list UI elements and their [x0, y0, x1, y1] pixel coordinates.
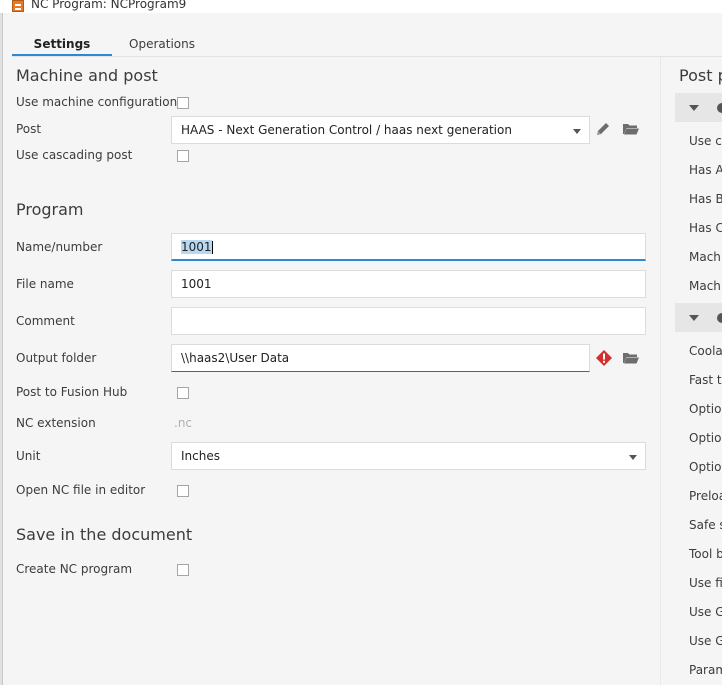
create-nc-label: Create NC program — [16, 562, 133, 576]
nc-extension-label: NC extension — [16, 416, 96, 430]
program-heading: Program — [16, 200, 84, 219]
error-diamond-icon — [595, 349, 613, 367]
pencil-icon[interactable] — [594, 120, 612, 138]
group-icon — [717, 103, 722, 113]
output-folder-label: Output folder — [16, 351, 97, 365]
use-machine-config-label: Use machine configuration — [16, 95, 178, 109]
tab-settings-label: Settings — [33, 37, 91, 51]
post-select[interactable]: HAAS - Next Generation Control / haas ne… — [171, 116, 590, 144]
post-properties-group-1[interactable] — [675, 93, 722, 122]
post-property-item[interactable]: Has C — [689, 221, 722, 235]
title-bar: NC Program: NCProgram9 — [0, 0, 722, 13]
output-folder-input[interactable]: \\haas2\User Data — [171, 344, 590, 372]
machine-and-post-heading: Machine and post — [16, 66, 158, 85]
post-property-item[interactable]: Tool b — [689, 547, 722, 561]
post-property-item[interactable]: Fast t — [689, 373, 722, 387]
output-folder-value: \\haas2\User Data — [181, 351, 290, 365]
post-property-item[interactable]: Has B — [689, 192, 722, 206]
post-properties-group-2[interactable] — [675, 303, 722, 332]
tab-divider — [12, 56, 722, 57]
post-select-value: HAAS - Next Generation Control / haas ne… — [181, 123, 512, 137]
use-machine-config-checkbox[interactable] — [177, 97, 189, 109]
use-cascading-checkbox[interactable] — [177, 150, 189, 162]
name-number-value: 1001 — [181, 240, 212, 254]
folder-open-icon[interactable] — [622, 120, 640, 138]
create-nc-checkbox[interactable] — [177, 564, 189, 576]
tab-operations[interactable]: Operations — [118, 33, 206, 57]
post-to-hub-label: Post to Fusion Hub — [16, 385, 128, 399]
unit-label: Unit — [16, 449, 41, 463]
folder-open-icon[interactable] — [622, 349, 640, 367]
post-property-item[interactable]: Use G — [689, 605, 722, 619]
left-edge — [0, 13, 3, 685]
triangle-down-icon — [689, 315, 699, 321]
open-nc-checkbox[interactable] — [177, 485, 189, 497]
window-title: NC Program: NCProgram9 — [31, 0, 187, 11]
file-name-label: File name — [16, 277, 74, 291]
post-property-item[interactable]: Use fi — [689, 576, 722, 590]
text-caret — [211, 241, 213, 254]
group-icon — [717, 313, 722, 323]
open-nc-label: Open NC file in editor — [16, 483, 146, 497]
post-property-item[interactable]: Optio — [689, 431, 721, 445]
post-property-item[interactable]: Machi — [689, 250, 722, 264]
tab-operations-label: Operations — [129, 37, 195, 51]
post-property-item[interactable]: Preloa — [689, 489, 722, 503]
right-panel-divider — [660, 57, 661, 685]
post-property-item[interactable]: Param — [689, 663, 722, 677]
chevron-down-icon — [573, 129, 581, 134]
name-number-label: Name/number — [16, 240, 103, 254]
post-property-item[interactable]: Safe s — [689, 518, 722, 532]
nc-extension-value: .nc — [174, 416, 193, 430]
post-property-item[interactable]: Use G — [689, 634, 722, 648]
post-property-item[interactable]: Optio — [689, 402, 721, 416]
save-in-document-heading: Save in the document — [16, 525, 193, 544]
unit-select[interactable]: Inches — [171, 442, 646, 470]
post-property-item[interactable]: Coola — [689, 344, 722, 358]
file-name-input[interactable]: 1001 — [171, 270, 646, 298]
name-number-input[interactable]: 1001 — [171, 233, 646, 261]
comment-input[interactable] — [171, 307, 646, 335]
triangle-down-icon — [689, 105, 699, 111]
post-property-item[interactable]: Use ch — [689, 134, 722, 148]
post-to-hub-checkbox[interactable] — [177, 387, 189, 399]
use-cascading-label: Use cascading post — [16, 148, 133, 162]
post-property-item[interactable]: Has A — [689, 163, 722, 177]
post-property-item[interactable]: Machi — [689, 279, 722, 293]
comment-label: Comment — [16, 314, 75, 328]
post-property-item[interactable]: Optio — [689, 460, 721, 474]
fusion-app-icon — [12, 0, 24, 12]
unit-select-value: Inches — [181, 449, 220, 463]
file-name-value: 1001 — [181, 277, 212, 291]
chevron-down-icon — [629, 455, 637, 460]
post-label: Post — [16, 122, 42, 136]
post-properties-heading: Post p — [679, 66, 722, 85]
